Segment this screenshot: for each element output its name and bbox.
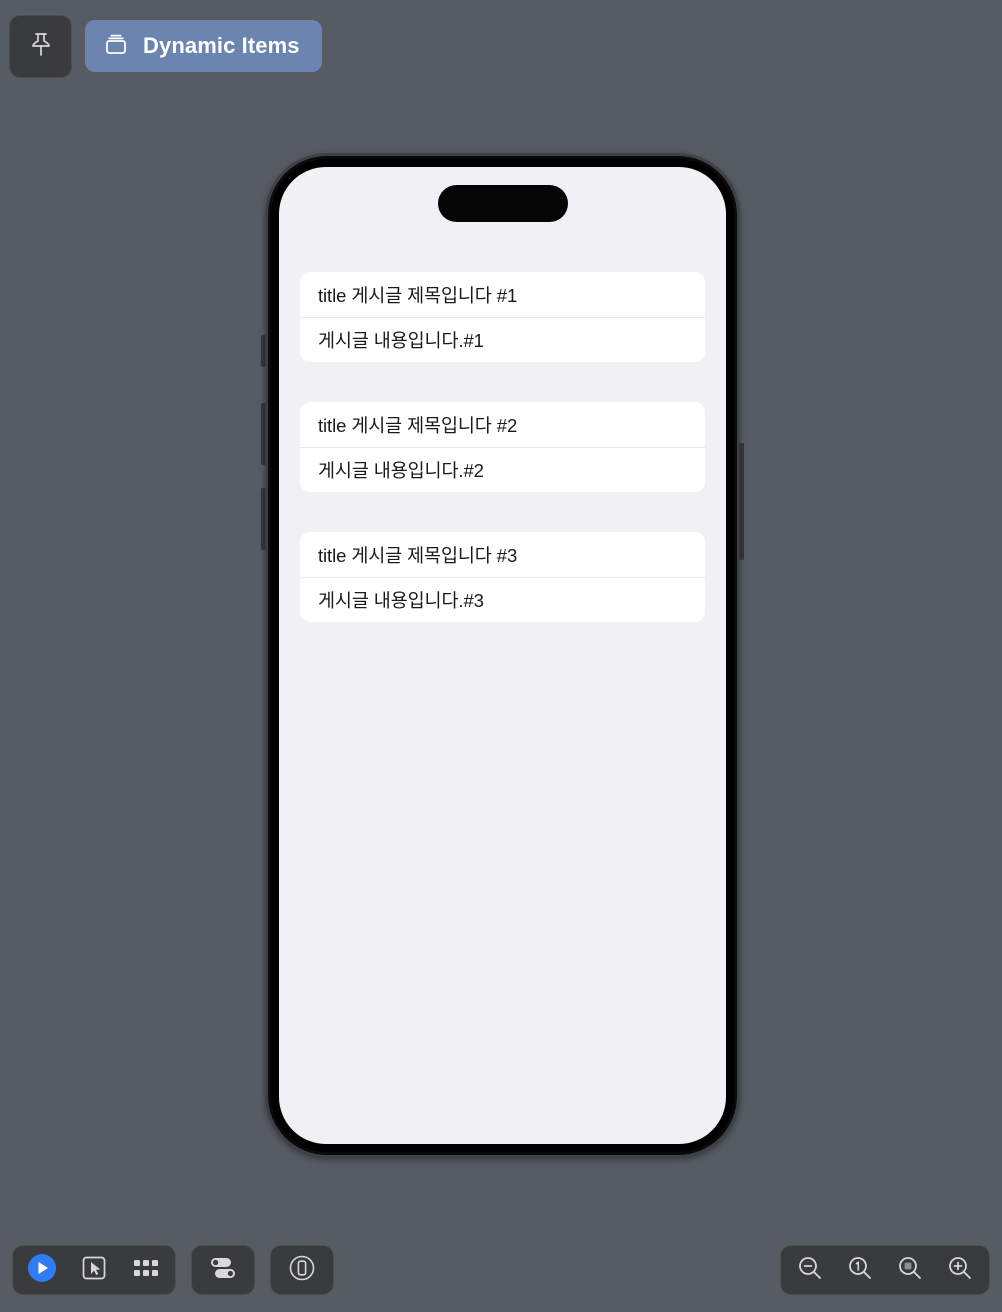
bottom-right-toolbar — [780, 1245, 990, 1295]
list-item[interactable]: title 게시글 제목입니다 #1 게시글 내용입니다.#1 — [300, 272, 705, 362]
top-bar: Dynamic Items — [0, 0, 1002, 92]
preview-canvas-icon — [103, 32, 129, 61]
pushpin-icon — [28, 30, 54, 63]
toggles-icon — [208, 1255, 238, 1286]
device-settings-button[interactable] — [208, 1255, 238, 1285]
magnifier-one-icon — [846, 1254, 874, 1287]
device-frame-icon — [287, 1253, 317, 1288]
preview-canvas: Dynamic Items title 게시글 제목입니다 #1 게시글 내용입… — [0, 0, 1002, 1312]
post-body: 게시글 내용입니다.#2 — [318, 460, 484, 481]
zoom-actual-size-button[interactable] — [845, 1255, 875, 1285]
magnifier-plus-icon — [946, 1254, 974, 1287]
grid-variants-icon — [132, 1256, 160, 1285]
post-body-row[interactable]: 게시글 내용입니다.#1 — [300, 317, 705, 362]
post-body-row[interactable]: 게시글 내용입니다.#3 — [300, 577, 705, 622]
dynamic-island — [437, 185, 568, 222]
volume-up-button[interactable] — [261, 403, 266, 465]
post-title-row[interactable]: title 게시글 제목입니다 #1 — [300, 272, 705, 317]
post-body-row[interactable]: 게시글 내용입니다.#2 — [300, 447, 705, 492]
select-tool-button[interactable] — [79, 1255, 109, 1285]
device-orientation-button[interactable] — [287, 1255, 317, 1285]
play-preview-button[interactable] — [27, 1253, 57, 1288]
post-list: title 게시글 제목입니다 #1 게시글 내용입니다.#1 title 게시… — [300, 272, 705, 622]
post-title-row[interactable]: title 게시글 제목입니다 #3 — [300, 532, 705, 577]
post-title: title 게시글 제목입니다 #2 — [318, 414, 518, 436]
zoom-in-button[interactable] — [945, 1255, 975, 1285]
play-circle-icon — [27, 1253, 57, 1288]
list-item[interactable]: title 게시글 제목입니다 #3 게시글 내용입니다.#3 — [300, 532, 705, 622]
preview-controls-group — [12, 1245, 176, 1295]
power-button[interactable] — [739, 443, 744, 560]
cursor-select-icon — [80, 1254, 108, 1287]
post-body: 게시글 내용입니다.#1 — [318, 330, 484, 351]
post-body: 게시글 내용입니다.#3 — [318, 590, 484, 611]
list-item[interactable]: title 게시글 제목입니다 #2 게시글 내용입니다.#2 — [300, 402, 705, 492]
device-screen: title 게시글 제목입니다 #1 게시글 내용입니다.#1 title 게시… — [279, 167, 726, 1144]
tab-dynamic-items-label: Dynamic Items — [143, 33, 300, 58]
variants-button[interactable] — [131, 1255, 161, 1285]
bottom-left-toolbar — [12, 1245, 334, 1295]
post-title: title 게시글 제목입니다 #1 — [318, 284, 518, 306]
device-preview[interactable]: title 게시글 제목입니다 #1 게시글 내용입니다.#1 title 게시… — [261, 153, 744, 1158]
device-orientation-group — [270, 1245, 334, 1295]
magnifier-fit-icon — [896, 1254, 924, 1287]
silent-switch[interactable] — [261, 335, 266, 367]
zoom-controls-group — [780, 1245, 990, 1295]
pin-button[interactable] — [9, 14, 72, 78]
post-title-row[interactable]: title 게시글 제목입니다 #2 — [300, 402, 705, 447]
zoom-out-button[interactable] — [795, 1255, 825, 1285]
device-settings-group — [191, 1245, 255, 1295]
zoom-fit-button[interactable] — [895, 1255, 925, 1285]
magnifier-minus-icon — [796, 1254, 824, 1287]
post-title: title 게시글 제목입니다 #3 — [318, 544, 518, 566]
volume-down-button[interactable] — [261, 488, 266, 550]
tab-dynamic-items[interactable]: Dynamic Items — [85, 20, 322, 72]
